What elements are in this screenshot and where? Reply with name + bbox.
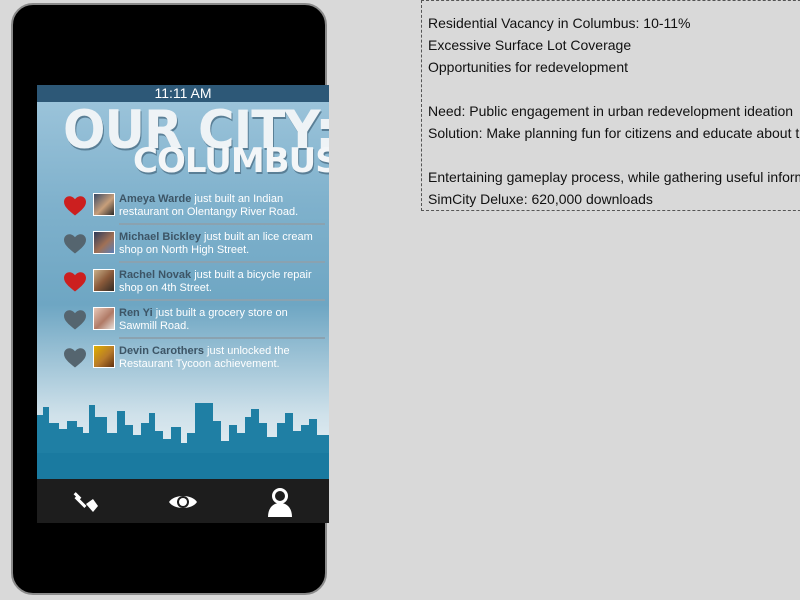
notes-line: SimCity Deluxe: 620,000 downloads: [428, 191, 653, 207]
notes-line: Entertaining gameplay process, while gat…: [428, 169, 800, 185]
avatar: [93, 345, 115, 368]
avatar: [93, 307, 115, 330]
presentation-notes: Residential Vacancy in Columbus: 10-11% …: [421, 0, 800, 211]
divider: [119, 299, 325, 301]
bottom-navigation: [37, 479, 329, 523]
app-subtitle: COLUMBUS: [133, 141, 329, 181]
notes-line: Opportunities for redevelopment: [428, 59, 628, 75]
feed-user-name[interactable]: Rachel Novak: [119, 269, 191, 281]
feed-user-name[interactable]: Michael Bickley: [119, 231, 201, 243]
feed-item: Rachel Novak just built a bicycle repair…: [63, 264, 325, 302]
divider: [119, 337, 325, 339]
feed-item: Ameya Warde just built an Indian restaur…: [63, 188, 325, 226]
feed-user-name[interactable]: Devin Carothers: [119, 345, 204, 357]
feed-item: Devin Carothers just unlocked the Restau…: [63, 340, 303, 378]
feed-user-name[interactable]: Ren Yi: [119, 307, 153, 319]
notes-line: Excessive Surface Lot Coverage: [428, 37, 632, 53]
city-skyline-image: [37, 403, 329, 479]
notes-line: [428, 78, 800, 100]
heart-icon[interactable]: [63, 194, 87, 218]
heart-icon[interactable]: [63, 346, 87, 370]
feed-item: Michael Bickley just built an lice cream…: [63, 226, 325, 264]
shovel-icon[interactable]: [71, 487, 101, 517]
feed-user-name[interactable]: Ameya Warde: [119, 193, 191, 205]
activity-feed: Ameya Warde just built an Indian restaur…: [63, 188, 325, 378]
notes-line: Solution: Make planning fun for citizens…: [428, 125, 800, 141]
notes-line: Need: Public engagement in urban redevel…: [428, 103, 794, 119]
heart-icon[interactable]: [63, 232, 87, 256]
avatar: [93, 231, 115, 254]
user-icon[interactable]: [265, 487, 295, 517]
avatar: [93, 193, 115, 216]
feed-item: Ren Yi just built a grocery store on Saw…: [63, 302, 325, 340]
notes-line: Residential Vacancy in Columbus: 10-11%: [428, 15, 691, 31]
avatar: [93, 269, 115, 292]
divider: [119, 223, 325, 225]
notes-line: [428, 144, 800, 166]
heart-icon[interactable]: [63, 270, 87, 294]
app-screen: 11:11 AM OUR CITY: COLUMBUS Ameya Warde …: [37, 85, 329, 523]
phone-frame: 11:11 AM OUR CITY: COLUMBUS Ameya Warde …: [11, 3, 329, 595]
heart-icon[interactable]: [63, 308, 87, 332]
divider: [119, 261, 325, 263]
eye-icon[interactable]: [168, 487, 198, 517]
